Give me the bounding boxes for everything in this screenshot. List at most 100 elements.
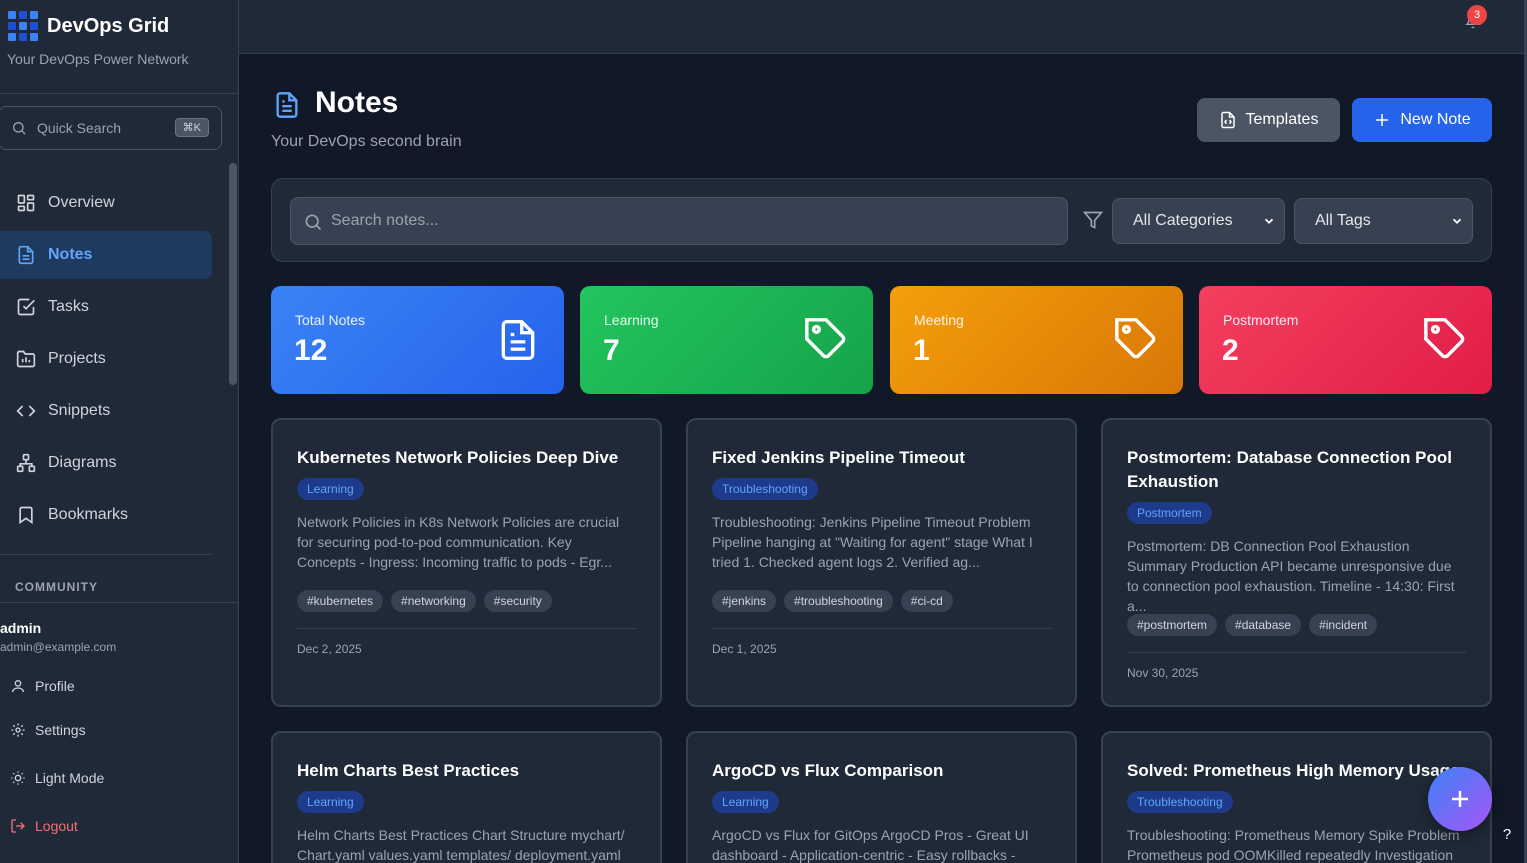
sidebar-item-label: Diagrams xyxy=(48,454,117,471)
gear-icon xyxy=(11,723,25,737)
sidebar-item-label: Bookmarks xyxy=(48,506,129,523)
filter-panel: All Categories All Tags xyxy=(271,178,1492,262)
profile-link[interactable]: Profile xyxy=(10,678,75,694)
tag-icon xyxy=(805,318,846,359)
stat-card-total[interactable]: Total Notes 12 xyxy=(271,286,564,394)
stat-card-meeting[interactable]: Meeting 1 xyxy=(890,286,1183,394)
note-title: Fixed Jenkins Pipeline Timeout xyxy=(712,448,965,467)
sidebar-item-diagrams[interactable]: Diagrams xyxy=(0,439,212,487)
sidebar-item-bookmarks[interactable]: Bookmarks xyxy=(0,491,212,539)
sidebar-item-snippets[interactable]: Snippets xyxy=(0,387,212,435)
user-icon xyxy=(12,680,24,693)
sidebar-item-notes[interactable]: Notes xyxy=(0,231,212,279)
note-category-badge: Learning xyxy=(712,791,779,813)
sidebar-scrollbar[interactable] xyxy=(229,163,237,385)
templates-label: Templates xyxy=(1245,111,1319,128)
section-label-community: COMMUNITY xyxy=(15,580,98,594)
note-card[interactable]: Kubernetes Network Policies Deep Dive Le… xyxy=(271,418,662,707)
tag-icon xyxy=(1424,318,1465,359)
stat-value: 1 xyxy=(913,334,930,367)
file-text-icon xyxy=(501,320,535,360)
search-input[interactable] xyxy=(331,198,1051,244)
divider xyxy=(0,93,238,94)
search-icon xyxy=(305,214,322,231)
note-tags: #jenkins #troubleshooting #ci-cd xyxy=(712,590,961,612)
chevron-down-icon xyxy=(1452,218,1462,224)
sidebar-item-projects[interactable]: Projects xyxy=(0,335,212,383)
quick-search-button[interactable]: Quick Search ⌘K xyxy=(0,106,222,150)
note-tag[interactable]: #ci-cd xyxy=(900,590,953,612)
chevron-down-icon xyxy=(1264,218,1274,224)
note-card[interactable]: Helm Charts Best Practices Learning Helm… xyxy=(271,731,662,863)
stat-label: Learning xyxy=(604,312,659,328)
note-tag[interactable]: #kubernetes xyxy=(297,590,384,612)
note-card[interactable]: ArgoCD vs Flux Comparison Learning ArgoC… xyxy=(686,731,1077,863)
sidebar-item-label: Tasks xyxy=(48,298,89,315)
file-text-icon xyxy=(276,92,298,118)
stat-label: Total Notes xyxy=(295,312,366,328)
note-excerpt: Postmortem: DB Connection Pool Exhaustio… xyxy=(1127,538,1455,614)
grid-icon xyxy=(17,194,35,212)
network-icon xyxy=(16,453,36,473)
stat-value: 12 xyxy=(294,334,328,367)
stat-card-learning[interactable]: Learning 7 xyxy=(580,286,873,394)
sidebar-item-label: Projects xyxy=(48,350,106,367)
templates-button[interactable]: Templates xyxy=(1197,98,1340,142)
note-date: Dec 1, 2025 xyxy=(712,642,777,656)
brand-title: DevOps Grid xyxy=(47,14,170,37)
logout-label: Logout xyxy=(35,818,78,834)
note-title: Postmortem: Database Connection Pool Exh… xyxy=(1127,448,1452,491)
search-icon xyxy=(13,122,26,135)
note-title: Kubernetes Network Policies Deep Dive xyxy=(297,448,619,467)
note-tags: #postmortem #database #incident xyxy=(1127,614,1385,636)
sidebar-item-label: Snippets xyxy=(48,402,111,419)
add-note-fab[interactable] xyxy=(1428,767,1492,831)
new-note-button[interactable]: New Note xyxy=(1352,98,1492,142)
sidebar-item-tasks[interactable]: Tasks xyxy=(0,283,212,331)
note-category-badge: Troubleshooting xyxy=(712,478,818,500)
page-subtitle: Your DevOps second brain xyxy=(271,133,462,150)
note-tag[interactable]: #incident xyxy=(1309,614,1378,636)
note-tag[interactable]: #troubleshooting xyxy=(784,590,893,612)
brand[interactable]: DevOps Grid xyxy=(8,11,169,41)
stat-card-postmortem[interactable]: Postmortem 2 xyxy=(1199,286,1492,394)
logout-button[interactable]: Logout xyxy=(10,818,78,834)
note-title: Solved: Prometheus High Memory Usage xyxy=(1127,761,1460,780)
sidebar-item-overview[interactable]: Overview xyxy=(0,179,212,227)
note-tag[interactable]: #database xyxy=(1225,614,1302,636)
page-title: Notes xyxy=(315,86,399,119)
filter-icon[interactable] xyxy=(1083,210,1103,230)
note-tag[interactable]: #networking xyxy=(391,590,476,612)
search-box[interactable] xyxy=(290,197,1068,245)
code-icon xyxy=(16,405,36,417)
category-select[interactable]: All Categories xyxy=(1112,198,1285,244)
brand-subtitle: Your DevOps Power Network xyxy=(7,51,189,67)
settings-link[interactable]: Settings xyxy=(10,722,86,738)
profile-label: Profile xyxy=(35,678,75,694)
settings-label: Settings xyxy=(35,722,86,738)
notification-badge: 3 xyxy=(1467,5,1487,25)
note-tag[interactable]: #postmortem xyxy=(1127,614,1218,636)
note-card[interactable]: Postmortem: Database Connection Pool Exh… xyxy=(1101,418,1492,707)
tag-select[interactable]: All Tags xyxy=(1294,198,1473,244)
note-excerpt: Network Policies in K8s Network Policies… xyxy=(297,514,620,570)
top-bar xyxy=(239,0,1527,54)
note-tag[interactable]: #security xyxy=(483,590,552,612)
note-title: ArgoCD vs Flux Comparison xyxy=(712,761,944,780)
sidebar-item-label: Overview xyxy=(48,194,115,211)
note-card[interactable]: Fixed Jenkins Pipeline Timeout Troublesh… xyxy=(686,418,1077,707)
divider xyxy=(1127,652,1466,653)
stat-label: Postmortem xyxy=(1223,312,1299,328)
note-date: Dec 2, 2025 xyxy=(297,642,362,656)
theme-toggle[interactable]: Light Mode xyxy=(10,770,104,786)
help-button[interactable]: ? xyxy=(1493,820,1521,848)
plus-icon xyxy=(1376,114,1389,126)
sun-icon xyxy=(11,771,25,785)
tag-select-value: All Tags xyxy=(1315,212,1371,229)
logout-icon xyxy=(11,819,25,833)
shortcut-badge: ⌘K xyxy=(174,118,209,137)
bookmark-icon xyxy=(19,506,33,525)
checkbox-icon xyxy=(17,298,35,316)
folder-icon xyxy=(16,350,36,368)
note-tag[interactable]: #jenkins xyxy=(712,590,777,612)
